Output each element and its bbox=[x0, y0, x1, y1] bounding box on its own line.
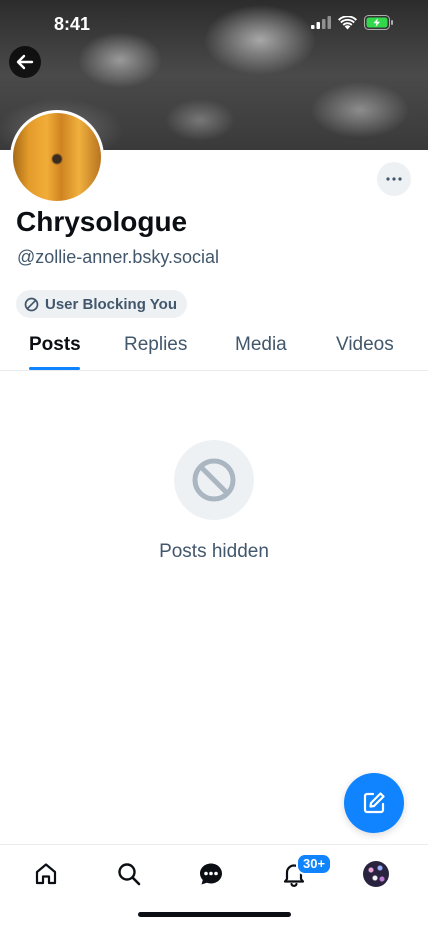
ban-icon bbox=[192, 458, 236, 502]
status-icons bbox=[311, 15, 394, 30]
tab-media[interactable]: Media bbox=[235, 334, 287, 356]
tab-videos[interactable]: Videos bbox=[336, 334, 394, 356]
posts-hidden-icon-container bbox=[174, 440, 254, 520]
notifications-badge: 30+ bbox=[296, 853, 333, 875]
active-tab-indicator bbox=[29, 367, 80, 370]
signal-icon bbox=[311, 16, 331, 29]
blocking-status-badge[interactable]: User Blocking You bbox=[16, 290, 187, 318]
profile-avatar bbox=[13, 113, 101, 201]
chat-icon bbox=[200, 863, 222, 885]
ban-icon bbox=[24, 297, 39, 311]
wifi-icon bbox=[338, 15, 357, 29]
posts-hidden-text: Posts hidden bbox=[159, 541, 269, 562]
status-time: 8:41 bbox=[54, 14, 91, 34]
tab-replies[interactable]: Replies bbox=[124, 334, 187, 356]
battery-icon bbox=[364, 15, 393, 30]
home-icon bbox=[35, 863, 57, 885]
back-button[interactable] bbox=[9, 46, 41, 78]
more-options-button[interactable] bbox=[377, 162, 411, 196]
nav-profile[interactable] bbox=[361, 859, 391, 889]
nav-search[interactable] bbox=[114, 859, 144, 889]
tab-posts[interactable]: Posts bbox=[29, 334, 81, 356]
arrow-left-icon bbox=[16, 54, 34, 70]
profile-avatar-container[interactable] bbox=[10, 110, 104, 204]
compose-icon bbox=[363, 792, 385, 814]
display-name: Chrysologue bbox=[16, 206, 188, 237]
blocking-label: User Blocking You bbox=[45, 295, 177, 313]
handle: @zollie-anner.bsky.social bbox=[17, 247, 220, 267]
compose-button[interactable] bbox=[344, 773, 404, 833]
home-indicator bbox=[138, 912, 291, 917]
search-icon bbox=[118, 863, 141, 886]
ellipsis-icon bbox=[386, 177, 402, 181]
nav-home[interactable] bbox=[31, 859, 61, 889]
profile-tabs: Posts Replies Media Videos bbox=[0, 330, 428, 371]
status-bar: 8:41 bbox=[0, 0, 428, 50]
nav-chat[interactable] bbox=[196, 859, 226, 889]
profile-avatar-small bbox=[363, 861, 389, 887]
